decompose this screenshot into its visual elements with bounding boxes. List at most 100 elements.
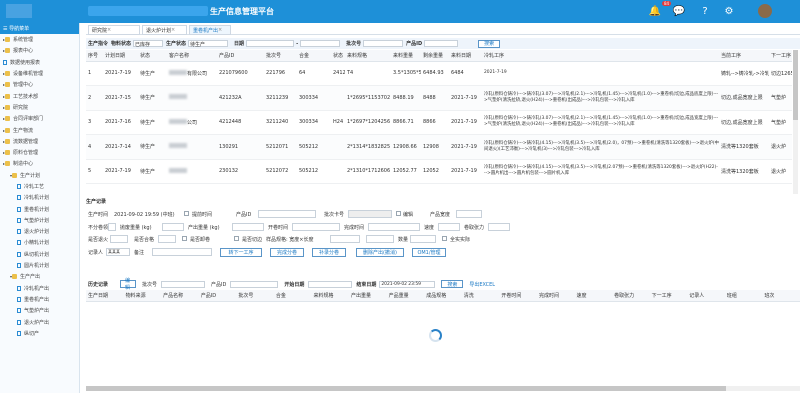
column-header[interactable]: 记录人 bbox=[687, 290, 725, 302]
sidebar-item[interactable]: ▸ 报表中心 bbox=[0, 45, 79, 56]
recorder-input[interactable]: 某某某 bbox=[106, 247, 130, 256]
close-icon[interactable]: × bbox=[218, 27, 222, 33]
width-input[interactable] bbox=[456, 210, 482, 218]
batch-card-input[interactable] bbox=[348, 210, 392, 218]
sample-length-input[interactable] bbox=[366, 235, 394, 243]
product-input[interactable] bbox=[424, 40, 459, 47]
date-end-input[interactable] bbox=[300, 40, 341, 47]
batch-input[interactable] bbox=[363, 40, 404, 47]
sidebar-item[interactable]: 退火炉产出 bbox=[0, 316, 79, 327]
column-header[interactable]: 下一工序 bbox=[649, 290, 688, 302]
sidebar-item[interactable]: 气垫炉产出 bbox=[0, 305, 79, 316]
horizontal-scrollbar[interactable] bbox=[86, 386, 800, 391]
column-header[interactable]: 冷轧工序 bbox=[482, 50, 719, 62]
edit-checkbox[interactable] bbox=[396, 211, 401, 216]
cut-checkbox[interactable] bbox=[182, 236, 187, 241]
finish-time-input[interactable] bbox=[368, 222, 420, 231]
avatar[interactable] bbox=[758, 4, 772, 18]
qty-input[interactable] bbox=[410, 235, 436, 243]
table-row[interactable]: 2 2021-7-15 待生产 421232A 3211239 300334 1*2695*… bbox=[86, 85, 792, 111]
column-header[interactable]: 成品规格 bbox=[424, 290, 462, 302]
sidebar-item[interactable]: 退火炉计划 bbox=[0, 226, 79, 237]
plan-table-scrollbar[interactable] bbox=[793, 50, 798, 194]
sidebar-item[interactable]: ▾ 生产产出 bbox=[0, 271, 79, 282]
close-icon[interactable]: × bbox=[107, 27, 111, 33]
sidebar-item[interactable]: 冷轧机计划 bbox=[0, 192, 79, 203]
column-header[interactable]: 计划日期 bbox=[103, 50, 138, 62]
om-manage-button[interactable]: OM1/管理 bbox=[412, 247, 446, 257]
table-row[interactable]: 3 2021-7-16 待生产 公司 4212448 3211240 300334 H24 1*… bbox=[86, 110, 792, 135]
date-start-input[interactable] bbox=[246, 40, 295, 47]
chat-icon[interactable]: 💬 bbox=[672, 4, 686, 18]
export-excel-link[interactable]: 导出EXCEL bbox=[469, 281, 495, 288]
edge-checkbox[interactable] bbox=[234, 236, 239, 241]
sidebar-item[interactable]: 纵切机计划 bbox=[0, 249, 79, 260]
sidebar-item[interactable]: ▸ 制造中心 bbox=[0, 158, 79, 169]
history-search-button[interactable]: 搜索 bbox=[441, 280, 464, 288]
column-header[interactable]: 产品ID bbox=[198, 290, 237, 302]
sidebar-item[interactable]: 冷轧机产出 bbox=[0, 283, 79, 294]
sidebar-item[interactable]: 气垫炉计划 bbox=[0, 215, 79, 226]
next-process-button[interactable]: 转下一工序 bbox=[220, 247, 262, 257]
column-header[interactable]: 状态 bbox=[331, 50, 345, 62]
column-header[interactable]: 合金 bbox=[297, 50, 331, 62]
history-batch-input[interactable] bbox=[161, 280, 206, 288]
hscroll-thumb[interactable] bbox=[86, 386, 726, 391]
column-header[interactable]: 产品名称 bbox=[161, 290, 199, 302]
history-start-input[interactable] bbox=[308, 280, 353, 288]
column-header[interactable]: 产出重量 bbox=[349, 290, 387, 302]
sidebar-item[interactable]: ▸ 原料仓管理 bbox=[0, 147, 79, 158]
finish-split-button[interactable]: 完成分卷 bbox=[270, 247, 304, 257]
anneal-input[interactable] bbox=[110, 235, 128, 243]
column-header[interactable]: 卷取张力 bbox=[612, 290, 650, 302]
column-header[interactable]: 来料日期 bbox=[449, 50, 482, 62]
tab[interactable]: 重卷机产出 × bbox=[189, 25, 231, 35]
column-header[interactable]: 生产日期 bbox=[86, 290, 124, 302]
tension-input[interactable] bbox=[488, 222, 510, 231]
table-row[interactable]: 4 2021-7-14 待生产 130291 5212071 505212 2*1314*1… bbox=[86, 134, 792, 160]
table-row[interactable]: 12021-7-19待生产有限公司22107960022179664241211… bbox=[86, 61, 792, 86]
sidebar-item[interactable]: 冷轧工艺 bbox=[0, 181, 79, 192]
column-header[interactable]: 速度 bbox=[574, 290, 613, 302]
speed-input[interactable] bbox=[438, 222, 460, 231]
sample-width-input[interactable] bbox=[330, 235, 360, 243]
gen-select[interactable]: 待生产 bbox=[188, 40, 229, 48]
help-icon[interactable]: ? bbox=[698, 4, 712, 18]
column-header[interactable]: 开卷时间 bbox=[499, 290, 537, 302]
column-header[interactable]: 物料来源 bbox=[123, 290, 162, 302]
fullcoil-checkbox[interactable] bbox=[442, 236, 447, 241]
delete-output-button[interactable]: 删除产出(撤消) bbox=[356, 247, 404, 257]
column-header[interactable]: 班组 bbox=[724, 290, 763, 302]
column-header[interactable]: 来料规格 bbox=[345, 50, 391, 62]
column-header[interactable]: 批次号 bbox=[236, 290, 274, 302]
sidebar-item[interactable]: 数据使用报表 bbox=[0, 57, 79, 68]
column-header[interactable]: 来料重量 bbox=[391, 50, 421, 62]
column-header[interactable]: 产品ID bbox=[217, 50, 264, 62]
column-header[interactable]: 来料规格 bbox=[311, 290, 350, 302]
status-select[interactable]: 已库存 bbox=[133, 40, 164, 48]
modify-checkbox[interactable] bbox=[184, 211, 189, 216]
table-row[interactable]: 5 2021-7-19 待生产 230132 5212072 505212 2*1310*1… bbox=[86, 159, 792, 184]
output-weight-input[interactable] bbox=[232, 222, 264, 231]
scroll-thumb[interactable] bbox=[793, 50, 798, 120]
remark-input[interactable] bbox=[152, 247, 212, 256]
column-header[interactable]: 当前工序 bbox=[719, 50, 769, 62]
column-header[interactable]: 班次 bbox=[762, 290, 800, 302]
check-input[interactable] bbox=[158, 235, 176, 243]
process-input[interactable] bbox=[108, 222, 116, 231]
sidebar-item[interactable]: ▸ 设备维机管理 bbox=[0, 68, 79, 79]
sidebar-item[interactable]: ▸ 生产物流 bbox=[0, 124, 79, 135]
history-end-input[interactable]: 2021-09-02 23:59 bbox=[379, 280, 436, 288]
column-header[interactable]: 状态 bbox=[138, 50, 167, 62]
history-product-input[interactable] bbox=[230, 280, 279, 288]
sidebar-item[interactable]: 圆片机计划 bbox=[0, 260, 79, 271]
history-edit-button[interactable]: 编辑 bbox=[120, 278, 137, 291]
column-header[interactable]: 合金 bbox=[273, 290, 312, 302]
column-header[interactable]: 下一工序 bbox=[769, 50, 792, 62]
column-header[interactable]: 剩余重量 bbox=[421, 50, 449, 62]
product-id-input[interactable] bbox=[258, 210, 316, 218]
search-button[interactable]: 搜索 bbox=[478, 39, 501, 48]
bell-icon[interactable]: 🔔 bbox=[648, 4, 662, 18]
sidebar-item[interactable]: 重卷机计划 bbox=[0, 203, 79, 214]
sidebar-item[interactable]: ▸ 流数据管理 bbox=[0, 136, 79, 147]
